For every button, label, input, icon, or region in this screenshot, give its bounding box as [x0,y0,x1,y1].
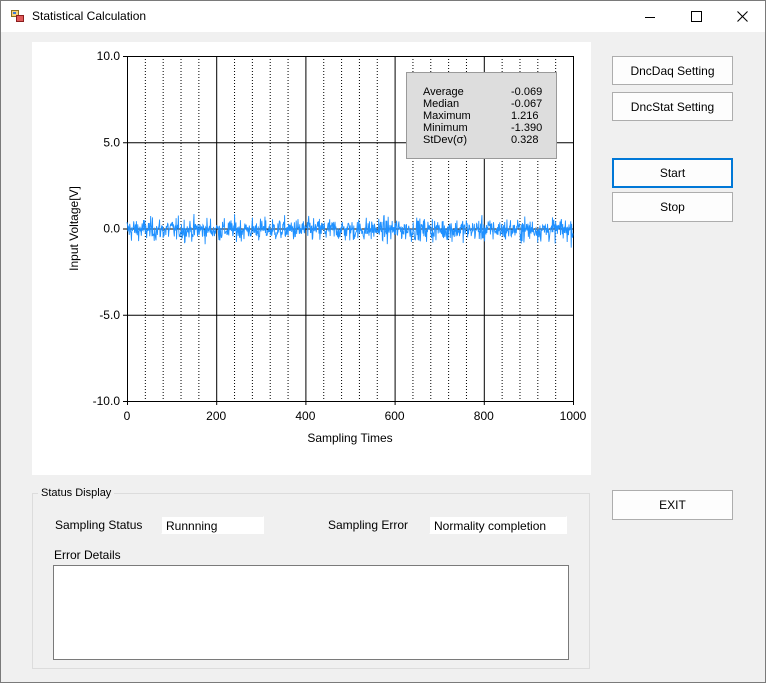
sampling-error-field[interactable]: Normality completion [429,516,567,534]
stats-label: Median [423,98,460,110]
y-tick-label: 0.0 [103,222,120,236]
x-tick-label: 1000 [560,409,587,423]
chart-panel: 0 200 400 600 800 1000 10.0 5.0 0.0 -5.0 -10.0 Samp… [32,42,591,475]
stats-label: StDev(σ) [423,134,468,146]
stats-row-minimum: Minimum -1.390 [423,122,547,134]
stats-label: Average [423,86,464,98]
x-tick-label: 200 [206,409,226,423]
stop-button[interactable]: Stop [612,192,733,222]
status-display-title: Status Display [38,487,115,499]
y-tick-label: -5.0 [99,308,120,322]
stats-label: Maximum [423,110,471,122]
maximize-button[interactable] [673,1,719,32]
app-icon [11,10,24,22]
close-icon [736,11,748,22]
x-tick-label: 600 [385,409,405,423]
sampling-status-field[interactable]: Runnning [161,516,264,534]
window-title: Statistical Calculation [32,9,147,23]
series-line [126,214,574,248]
stats-label: Minimum [423,122,468,134]
stats-value: 1.216 [511,110,539,122]
sampling-error-label: Sampling Error [328,518,409,532]
x-tick-label: 0 [124,409,131,423]
error-details-textarea[interactable] [53,565,569,660]
minimize-icon [645,12,655,22]
x-tick-label: 400 [295,409,315,423]
stats-row-maximum: Maximum 1.216 [423,110,547,122]
close-button[interactable] [719,1,765,32]
sampling-status-value: Runnning [162,517,263,533]
y-tick-label: -10.0 [93,394,121,408]
y-tick-label: 5.0 [103,135,120,149]
stats-row-median: Median -0.067 [423,98,547,110]
exit-button[interactable]: EXIT [612,490,733,520]
minimize-button[interactable] [627,1,673,32]
stats-row-average: Average -0.069 [423,86,547,98]
statistics-box: Average -0.069 Median -0.067 Maximum 1.2… [406,72,557,159]
start-button[interactable]: Start [612,158,733,188]
stats-value: 0.328 [511,134,539,146]
sampling-status-label: Sampling Status [55,518,143,532]
stats-value: -0.069 [511,86,543,98]
y-axis-label: Input Voltage[V] [67,186,81,271]
stats-value: -0.067 [511,98,543,110]
title-bar[interactable]: Statistical Calculation [1,1,765,32]
x-tick-label: 800 [474,409,494,423]
stats-row-stdev: StDev(σ) 0.328 [423,134,547,146]
error-details-label: Error Details [54,548,121,562]
app-window: Statistical Calculation 0 200 400 600 800 100… [0,0,766,683]
dncstat-setting-button[interactable]: DncStat Setting [612,92,733,121]
x-axis-label: Sampling Times [307,431,392,445]
sampling-error-value: Normality completion [430,517,566,533]
stats-value: -1.390 [511,122,543,134]
y-tick-label: 10.0 [97,49,121,63]
dncdaq-setting-button[interactable]: DncDaq Setting [612,56,733,85]
maximize-icon [690,11,702,22]
